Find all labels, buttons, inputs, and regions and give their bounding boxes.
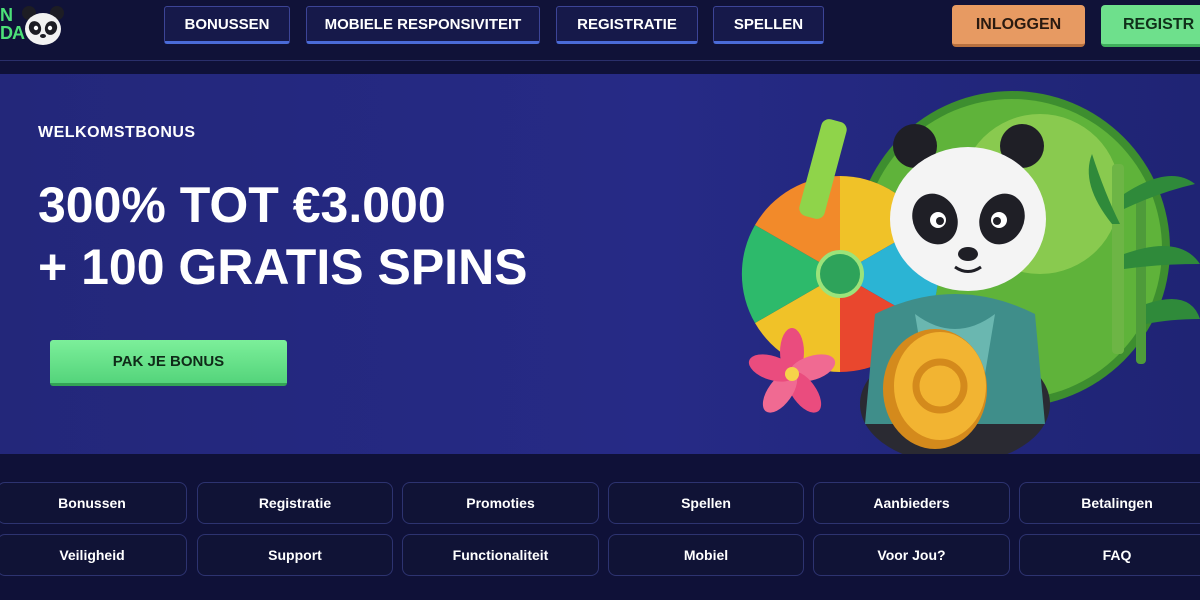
coin-icon [883, 329, 987, 449]
link-veiligheid[interactable]: Veiligheid [0, 534, 187, 576]
panda-hero-illustration [741, 91, 1200, 454]
link-promoties[interactable]: Promoties [402, 482, 599, 524]
nav-mobiele-responsiviteit[interactable]: MOBIELE RESPONSIVITEIT [306, 6, 540, 44]
link-mobiel[interactable]: Mobiel [608, 534, 804, 576]
hero-title-line-2: + 100 GRATIS SPINS [38, 239, 528, 295]
link-aanbieders[interactable]: Aanbieders [813, 482, 1010, 524]
link-bonussen[interactable]: Bonussen [0, 482, 187, 524]
hero-banner: WELKOMSTBONUS 300% TOT €3.000 + 100 GRAT… [0, 74, 1200, 454]
hero-title-line-1: 300% TOT €3.000 [38, 177, 446, 233]
site-header: N DA BONUSSEN MOBIELE RESPONSIVITEIT REG… [0, 0, 1200, 61]
nav-bonussen[interactable]: BONUSSEN [164, 6, 290, 44]
nav-registratie[interactable]: REGISTRATIE [556, 6, 698, 44]
link-support[interactable]: Support [197, 534, 393, 576]
nav-spellen[interactable]: SPELLEN [713, 6, 824, 44]
link-registratie[interactable]: Registratie [197, 482, 393, 524]
site-logo[interactable]: N DA [0, 2, 70, 52]
claim-bonus-button[interactable]: PAK JE BONUS [50, 340, 287, 386]
panda-logo-icon [22, 6, 64, 45]
hero-label: WELKOMSTBONUS [38, 124, 196, 141]
login-button[interactable]: INLOGGEN [952, 5, 1085, 47]
hero-title: 300% TOT €3.000 + 100 GRATIS SPINS [38, 174, 528, 298]
register-button[interactable]: REGISTR [1101, 5, 1200, 47]
link-spellen[interactable]: Spellen [608, 482, 804, 524]
link-voor-jou[interactable]: Voor Jou? [813, 534, 1010, 576]
link-functionaliteit[interactable]: Functionaliteit [402, 534, 599, 576]
link-faq[interactable]: FAQ [1019, 534, 1200, 576]
link-betalingen[interactable]: Betalingen [1019, 482, 1200, 524]
